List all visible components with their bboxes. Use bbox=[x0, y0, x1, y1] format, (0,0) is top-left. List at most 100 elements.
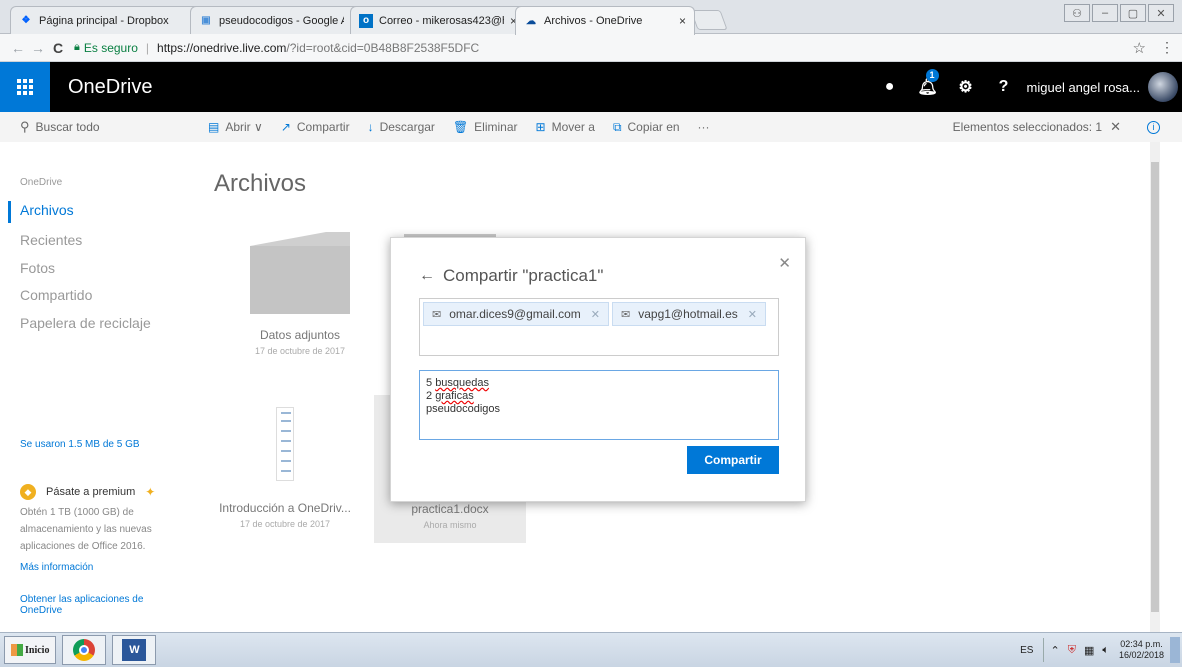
app-launcher-icon[interactable] bbox=[0, 62, 50, 112]
clear-selection-icon[interactable]: ✕ bbox=[1110, 119, 1121, 135]
google-accounts-icon: ▣ bbox=[201, 15, 211, 26]
recipient-email: vapg1@hotmail.es bbox=[638, 307, 738, 321]
sidebar-root[interactable]: OneDrive bbox=[20, 177, 62, 188]
premium-link[interactable]: ◆ Pásate a premium ✦ bbox=[20, 484, 155, 500]
move-icon: ⊞ bbox=[535, 120, 546, 134]
show-desktop-button[interactable] bbox=[1170, 637, 1180, 663]
chat-icon[interactable]: ● bbox=[871, 78, 909, 96]
notification-badge: 1 bbox=[925, 69, 939, 82]
search-input[interactable]: ⚲ Buscar todo bbox=[0, 119, 190, 135]
bookmark-star-icon[interactable]: ☆ bbox=[1133, 39, 1146, 57]
remove-recipient-icon[interactable]: ✕ bbox=[748, 308, 757, 321]
tab-dropbox[interactable]: ❖ Página principal - Dropbox × bbox=[10, 6, 206, 34]
profile-icon[interactable]: ⚇ bbox=[1064, 4, 1090, 22]
more-info-link[interactable]: Más información bbox=[20, 562, 93, 573]
close-window-icon[interactable]: ✕ bbox=[1148, 4, 1174, 22]
move-label: Mover a bbox=[551, 120, 595, 134]
selection-count: Elementos seleccionados: 1 bbox=[952, 120, 1103, 134]
share-button[interactable]: ↗ Compartir bbox=[281, 120, 350, 134]
sidebar-item-compartido[interactable]: Compartido bbox=[20, 287, 92, 303]
taskbar-chrome[interactable] bbox=[62, 635, 107, 665]
share-icon: ↗ bbox=[280, 120, 291, 134]
notification-bell-icon[interactable]: 🔔︎ 1 bbox=[909, 69, 947, 97]
sidebar-item-recientes[interactable]: Recientes bbox=[20, 232, 82, 248]
download-button[interactable]: ↓ Descargar bbox=[368, 120, 435, 134]
copy-icon: ⧉ bbox=[612, 119, 622, 134]
url-path: /?id=root&cid=0B48B8F2538F5DFC bbox=[286, 40, 480, 55]
avatar[interactable] bbox=[1148, 72, 1178, 102]
tab-onedrive[interactable]: ☁ Archivos - OneDrive × bbox=[515, 6, 695, 35]
gear-icon[interactable]: ⚙ bbox=[947, 77, 985, 97]
more-button[interactable]: ··· bbox=[698, 120, 710, 134]
secure-label: Es seguro bbox=[83, 40, 138, 55]
word-doc-icon: ▤ bbox=[208, 120, 220, 134]
clock-date: 16/02/2018 bbox=[1118, 650, 1164, 660]
back-arrow-icon[interactable]: ← bbox=[419, 267, 435, 285]
chevron-down-icon: ∨ bbox=[254, 120, 263, 134]
scrollbar-thumb[interactable] bbox=[1151, 162, 1159, 612]
dialog-title: Compartir "practica1" bbox=[443, 266, 604, 285]
volume-icon[interactable]: 🔈︎ bbox=[1102, 644, 1109, 657]
storage-usage-link[interactable]: Se usaron 1.5 MB de 5 GB bbox=[20, 439, 140, 450]
user-name[interactable]: miguel angel rosa... bbox=[1027, 80, 1140, 95]
active-indicator bbox=[8, 201, 11, 223]
maximize-icon[interactable]: ▢ bbox=[1120, 4, 1146, 22]
tab-outlook[interactable]: o Correo - mikerosas423@ho × bbox=[350, 6, 526, 34]
new-tab-button[interactable] bbox=[690, 10, 728, 30]
share-dialog: ✕ ← Compartir "practica1" ✉ omar.dices9@… bbox=[390, 237, 806, 502]
back-icon[interactable]: ← bbox=[8, 40, 28, 56]
minimize-icon[interactable]: – bbox=[1092, 4, 1118, 22]
folder-tile[interactable]: Datos adjuntos 17 de octubre de 2017 bbox=[225, 232, 375, 356]
folder-icon bbox=[250, 232, 350, 314]
browser-tab-strip: ❖ Página principal - Dropbox × ▣ pseudoc… bbox=[0, 0, 1182, 35]
tab-label: Página principal - Dropbox bbox=[39, 14, 169, 27]
file-tile[interactable]: Introducción a OneDriv... 17 de octubre … bbox=[210, 407, 360, 529]
sidebar-item-fotos[interactable]: Fotos bbox=[20, 260, 55, 276]
taskbar-word[interactable]: W bbox=[112, 635, 157, 665]
download-label: Descargar bbox=[379, 120, 435, 134]
pdf-thumbnail-icon bbox=[276, 407, 294, 481]
close-icon[interactable]: ✕ bbox=[778, 254, 791, 272]
message-textarea[interactable]: 5 busquedas 2 graficas pseudocodigos bbox=[419, 370, 779, 440]
help-icon[interactable]: ? bbox=[985, 78, 1023, 96]
close-icon[interactable]: × bbox=[679, 14, 686, 28]
share-button[interactable]: Compartir bbox=[687, 446, 779, 474]
file-tile-selected[interactable]: practica1.docx Ahora mismo bbox=[375, 502, 525, 530]
language-indicator[interactable]: ES bbox=[1020, 645, 1033, 656]
file-date: 17 de octubre de 2017 bbox=[239, 519, 331, 529]
tab-label: Correo - mikerosas423@ho bbox=[379, 14, 504, 27]
recipients-field[interactable]: ✉ omar.dices9@gmail.com ✕ ✉ vapg1@hotmai… bbox=[419, 298, 779, 356]
delete-button[interactable]: 🗑︎ Eliminar bbox=[453, 120, 518, 134]
info-icon[interactable]: i bbox=[1147, 120, 1160, 134]
network-icon[interactable]: ▦ bbox=[1084, 644, 1094, 657]
forward-icon[interactable]: → bbox=[28, 40, 48, 56]
open-label: Abrir bbox=[225, 120, 251, 134]
reload-icon[interactable]: C bbox=[48, 40, 68, 56]
start-button[interactable]: Inicio bbox=[4, 636, 57, 664]
system-tray: ES ⌃ ⛨ ▦ 🔈︎ 02:34 p.m. 16/02/2018 bbox=[1020, 635, 1182, 665]
trash-icon: 🗑︎ bbox=[452, 120, 469, 134]
move-button[interactable]: ⊞ Mover a bbox=[536, 120, 595, 134]
sidebar-item-archivos[interactable]: Archivos bbox=[20, 202, 74, 218]
app-name[interactable]: OneDrive bbox=[68, 76, 152, 99]
sparkle-icon: ✦ bbox=[145, 485, 156, 499]
tab-label: pseudocodigos - Google Ac bbox=[219, 14, 344, 27]
scrollbar[interactable] bbox=[1150, 142, 1160, 632]
copy-button[interactable]: ⧉ Copiar en bbox=[613, 120, 680, 135]
sidebar-item-papelera[interactable]: Papelera de reciclaje bbox=[20, 315, 151, 331]
security-icon[interactable]: ⛨ bbox=[1068, 644, 1076, 657]
tray-expand-icon[interactable]: ⌃ bbox=[1050, 644, 1059, 657]
open-button[interactable]: ▤ Abrir ∨ bbox=[208, 120, 263, 134]
menu-kebab-icon[interactable]: ⋮ bbox=[1160, 39, 1174, 56]
copy-label: Copiar en bbox=[627, 120, 680, 134]
word-icon: W bbox=[122, 639, 147, 661]
tab-google[interactable]: ▣ pseudocodigos - Google Ac × bbox=[190, 6, 366, 34]
clock[interactable]: 02:34 p.m. 16/02/2018 bbox=[1119, 639, 1164, 661]
sidebar: OneDrive Archivos Recientes Fotos Compar… bbox=[0, 142, 190, 632]
file-name: Introducción a OneDriv... bbox=[219, 501, 351, 515]
get-apps-link[interactable]: Obtener las aplicaciones de OneDrive bbox=[20, 594, 170, 616]
url-field[interactable]: 🔒︎ Es seguro | https://onedrive.live.com… bbox=[74, 41, 1133, 55]
remove-recipient-icon[interactable]: ✕ bbox=[591, 308, 600, 321]
start-label: Inicio bbox=[25, 644, 50, 656]
mail-icon: ✉ bbox=[621, 308, 631, 321]
